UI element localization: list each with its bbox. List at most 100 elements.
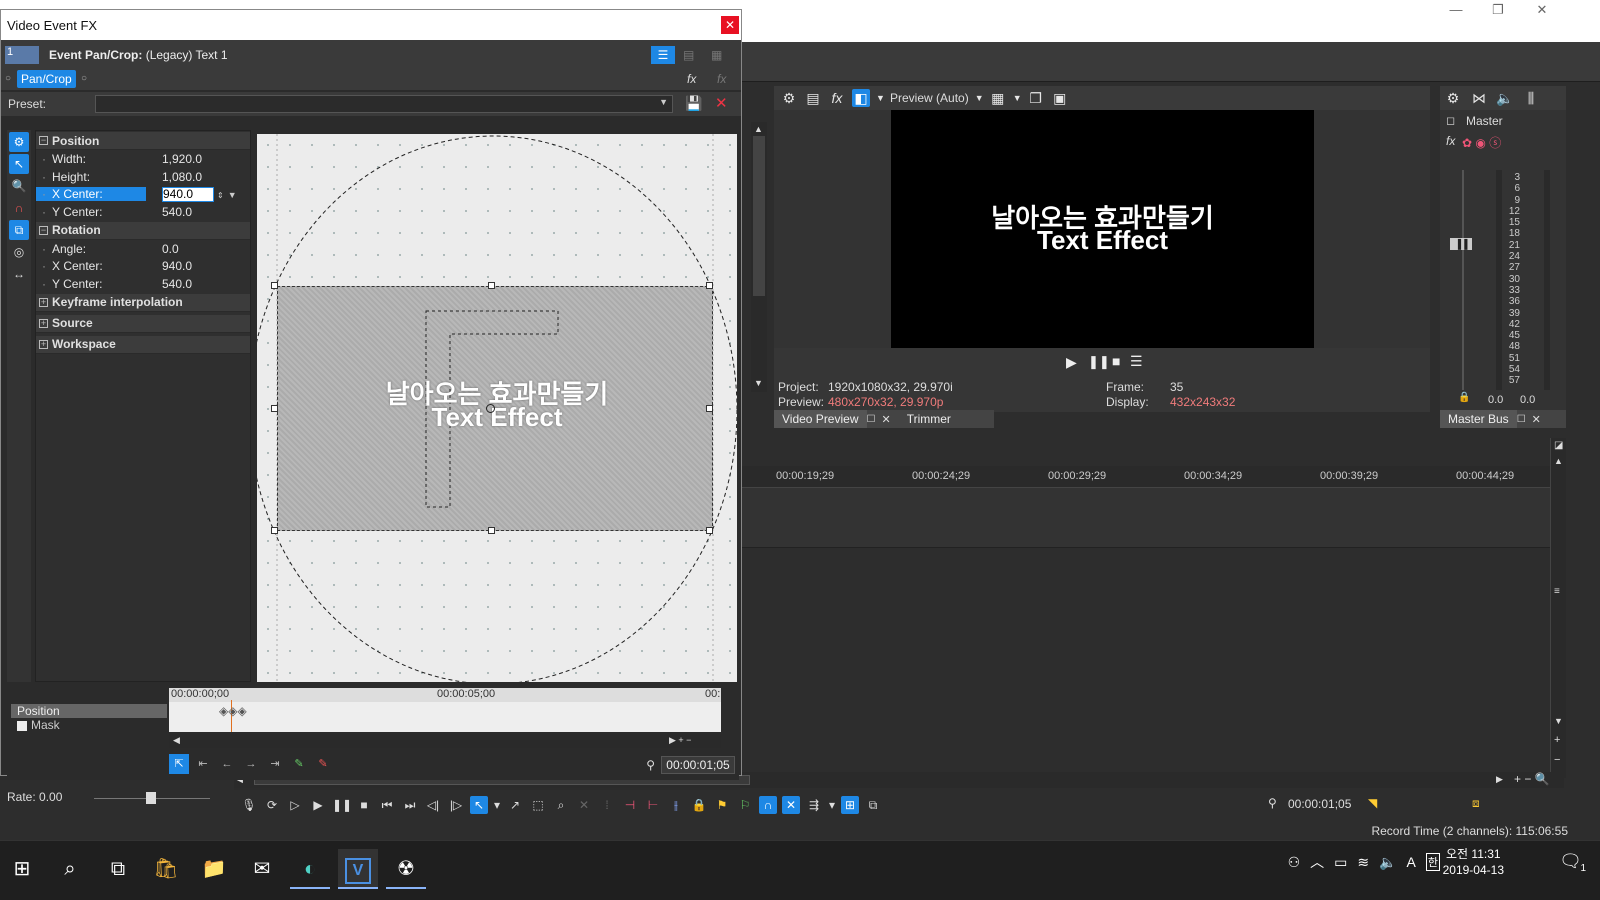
property-row[interactable]: Width: 1,920.0	[36, 150, 250, 168]
mask-checkbox[interactable]	[17, 720, 27, 731]
loop-region-icon[interactable]: ⧈	[1472, 796, 1480, 811]
zoom-tool-icon[interactable]: 🔍	[9, 176, 29, 196]
pause-icon[interactable]: ❚❚	[1088, 354, 1110, 370]
store-icon[interactable]: 🛍	[146, 849, 186, 889]
chevron-down-icon[interactable]: ▾	[828, 796, 836, 814]
plugin-icon[interactable]: ✿ ◉ ⓢ	[1462, 134, 1501, 151]
marker-icon[interactable]: ◪	[1554, 440, 1563, 451]
envelope-tool-icon[interactable]: ↗	[506, 796, 524, 814]
next-keyframe-icon[interactable]: →	[241, 754, 261, 774]
fx-add-icon[interactable]: fx	[687, 72, 696, 86]
preview-quality-dropdown[interactable]: Preview (Auto)	[890, 91, 969, 105]
resize-handle[interactable]	[488, 282, 495, 289]
gear-icon[interactable]: ⚙	[1444, 89, 1462, 107]
chevron-down-icon[interactable]: ▼	[876, 89, 885, 107]
chevron-down-icon[interactable]: ▾	[493, 796, 501, 814]
ime-hangul[interactable]: 한	[1425, 853, 1440, 871]
zoom-out-icon[interactable]: −	[1554, 754, 1560, 766]
zoom-in-icon[interactable]: + − 🔍	[1514, 772, 1550, 786]
track-position[interactable]: Position	[11, 704, 167, 718]
gear-icon[interactable]: ⚙	[780, 89, 798, 107]
tab-master-bus[interactable]: Master Bus	[1440, 410, 1517, 428]
file-explorer-icon[interactable]: 📁	[194, 849, 234, 889]
app-icon[interactable]: ☢	[386, 849, 426, 889]
save-preset-icon[interactable]: 💾	[685, 95, 702, 112]
maximize-icon[interactable]: ☐	[1517, 414, 1526, 425]
close-icon[interactable]: ✕	[881, 413, 890, 426]
play-icon[interactable]: ▶	[309, 796, 327, 814]
ripple-edit-icon[interactable]: ⇶	[805, 796, 823, 814]
battery-icon[interactable]: ▭	[1334, 854, 1347, 871]
property-row[interactable]: Height: 1,080.0	[36, 168, 250, 186]
stop-icon[interactable]: ■	[355, 796, 373, 814]
scroll-right-icon[interactable]: ▶ + −	[669, 735, 691, 746]
zoom-in-icon[interactable]: +	[1554, 734, 1560, 746]
delete-keyframe-icon[interactable]: ✎	[313, 754, 333, 774]
fx-vscroll[interactable]: ▲ ▼	[751, 122, 767, 392]
preset-dropdown[interactable]: ▼	[95, 95, 673, 113]
lock-icon[interactable]: 🔒	[1458, 392, 1470, 403]
delete-preset-icon[interactable]: ✕	[715, 94, 728, 112]
section-keyframe-interpolation[interactable]: + Keyframe interpolation	[36, 293, 250, 312]
property-row[interactable]: X Center: 940.0	[36, 257, 250, 275]
app-icon[interactable]: ◐	[290, 849, 330, 889]
prev-keyframe-icon[interactable]: ←	[217, 754, 237, 774]
tile-view-icon[interactable]: ▦	[711, 48, 722, 62]
fader-handle[interactable]: ▐▐	[1450, 238, 1472, 250]
rate-slider-handle[interactable]	[146, 792, 156, 804]
normal-edit-tool-icon[interactable]: ↖	[470, 796, 488, 814]
notification-icon[interactable]: 🗨	[1559, 851, 1582, 872]
track-mask[interactable]: Mask	[11, 718, 167, 732]
section-rotation[interactable]: − Rotation	[36, 221, 250, 240]
people-icon[interactable]: ⚇	[1288, 854, 1301, 871]
scroll-down-icon[interactable]: ▼	[754, 378, 763, 388]
pan-crop-canvas[interactable]: 날아오는 효과만들기 Text Effect	[257, 134, 737, 682]
timeline-ruler[interactable]: 00:00:19;29 00:00:24;29 00:00:29;29 00:0…	[742, 466, 1550, 488]
resize-handle[interactable]	[271, 282, 278, 289]
master-checkbox[interactable]: ◻	[1446, 114, 1455, 127]
keyframe-ruler[interactable]: 00:00:00;00 00:00:05;00 00:	[169, 688, 721, 702]
speaker-icon[interactable]: 🔈	[1496, 89, 1514, 107]
center-point[interactable]	[486, 404, 495, 413]
go-to-end-icon[interactable]: ⏭	[401, 796, 419, 814]
fx-icon[interactable]: fx	[1446, 134, 1455, 148]
search-icon[interactable]: ⌕	[50, 849, 90, 889]
region-icon[interactable]: ⚐	[736, 796, 754, 814]
fx-remove-icon[interactable]: fx	[717, 72, 726, 86]
record-icon[interactable]: 🎙	[240, 796, 258, 814]
close-icon[interactable]: ✕	[1532, 413, 1541, 426]
play-icon[interactable]: ▶	[1066, 354, 1077, 371]
restore-button[interactable]: ❐	[1476, 2, 1520, 20]
next-frame-icon[interactable]: |▷	[447, 796, 465, 814]
grid-icon[interactable]: ▦	[989, 89, 1007, 107]
lock-icon[interactable]: 🔒	[690, 796, 708, 814]
resize-handle[interactable]	[271, 405, 278, 412]
timeline-scrollbar[interactable]: ◪ ▲ ≡ ▼ + −	[1550, 438, 1566, 778]
list-view-icon[interactable]: ☰	[651, 46, 675, 64]
x-center-input[interactable]	[162, 186, 214, 202]
stop-icon[interactable]: ■	[1112, 353, 1120, 369]
keyframe-scrollbar[interactable]: ◀ ▶ + −	[169, 734, 721, 748]
menu-icon[interactable]: ☰	[1130, 353, 1143, 370]
split-screen-icon[interactable]: ◧	[852, 89, 870, 107]
trim-icon[interactable]: ⁞	[598, 796, 616, 814]
lock-aspect-icon[interactable]: ⧉	[9, 220, 29, 240]
close-button[interactable]: ✕	[1520, 2, 1564, 20]
zoom-tool-icon[interactable]: ⌕	[552, 796, 570, 814]
pause-icon[interactable]: ❚❚	[332, 796, 352, 814]
bypass-icon[interactable]: ○	[81, 73, 87, 84]
settings-tool-icon[interactable]: ⚙	[9, 132, 29, 152]
spinner-icon[interactable]: ⇕	[217, 191, 224, 200]
section-position[interactable]: − Position	[36, 132, 250, 150]
resize-handle[interactable]	[706, 527, 713, 534]
bypass-icon[interactable]: ○	[5, 73, 11, 84]
snap-icon[interactable]: ∩	[9, 198, 29, 218]
delete-icon[interactable]: ✕	[575, 796, 593, 814]
sync-cursor-icon[interactable]: ⇱	[169, 754, 189, 774]
chevron-down-icon[interactable]: ▼	[975, 89, 984, 107]
snapping-icon[interactable]: ∩	[759, 796, 777, 814]
property-row-selected[interactable]: X Center:⇕▼	[36, 185, 250, 203]
move-free-icon[interactable]: ↔	[9, 264, 29, 284]
fx-chain-number[interactable]: 1	[5, 46, 39, 64]
fx-icon[interactable]: fx	[828, 89, 846, 107]
